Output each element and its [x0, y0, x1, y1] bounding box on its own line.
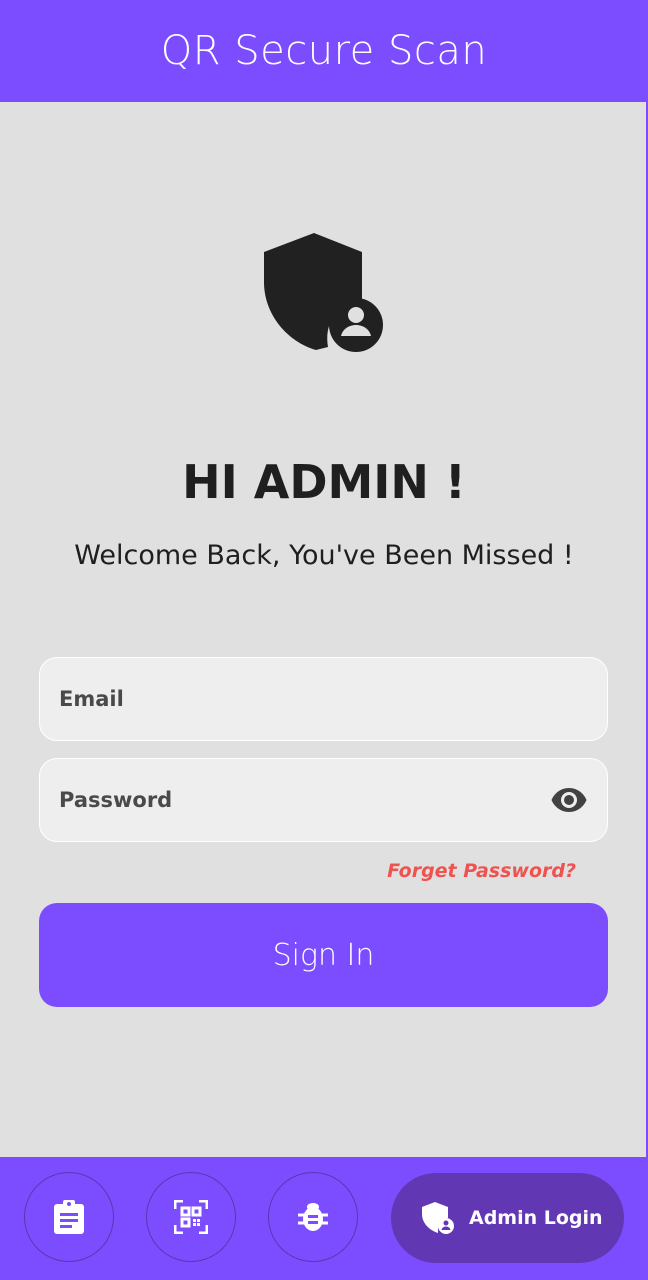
- nav-report-bug-button[interactable]: [268, 1172, 358, 1262]
- nav-scan-button[interactable]: [146, 1172, 236, 1262]
- eye-icon[interactable]: [549, 780, 589, 820]
- email-input[interactable]: [40, 658, 607, 740]
- bottom-navigation: Admin Login: [0, 1157, 648, 1280]
- qr-scan-icon: [174, 1200, 208, 1234]
- app-bar: QR Secure Scan: [0, 0, 648, 102]
- nav-admin-login-label: Admin Login: [469, 1207, 603, 1229]
- admin-shield-icon: [422, 1202, 454, 1234]
- welcome-subtitle: Welcome Back, You've Been Missed !: [74, 540, 574, 571]
- email-field-container: [39, 657, 608, 741]
- nav-reports-button[interactable]: [24, 1172, 114, 1262]
- sign-in-button[interactable]: Sign In: [39, 903, 608, 1007]
- forgot-password-link[interactable]: Forget Password?: [387, 860, 576, 882]
- greeting-heading: HI ADMIN !: [182, 455, 466, 509]
- admin-shield-icon: [264, 233, 383, 352]
- password-input[interactable]: [40, 759, 549, 841]
- password-field-container: [39, 758, 608, 842]
- app-title: QR Secure Scan: [160, 28, 488, 74]
- bug-icon: [298, 1203, 328, 1231]
- clipboard-icon: [54, 1200, 84, 1234]
- nav-admin-login-button[interactable]: Admin Login: [391, 1173, 624, 1263]
